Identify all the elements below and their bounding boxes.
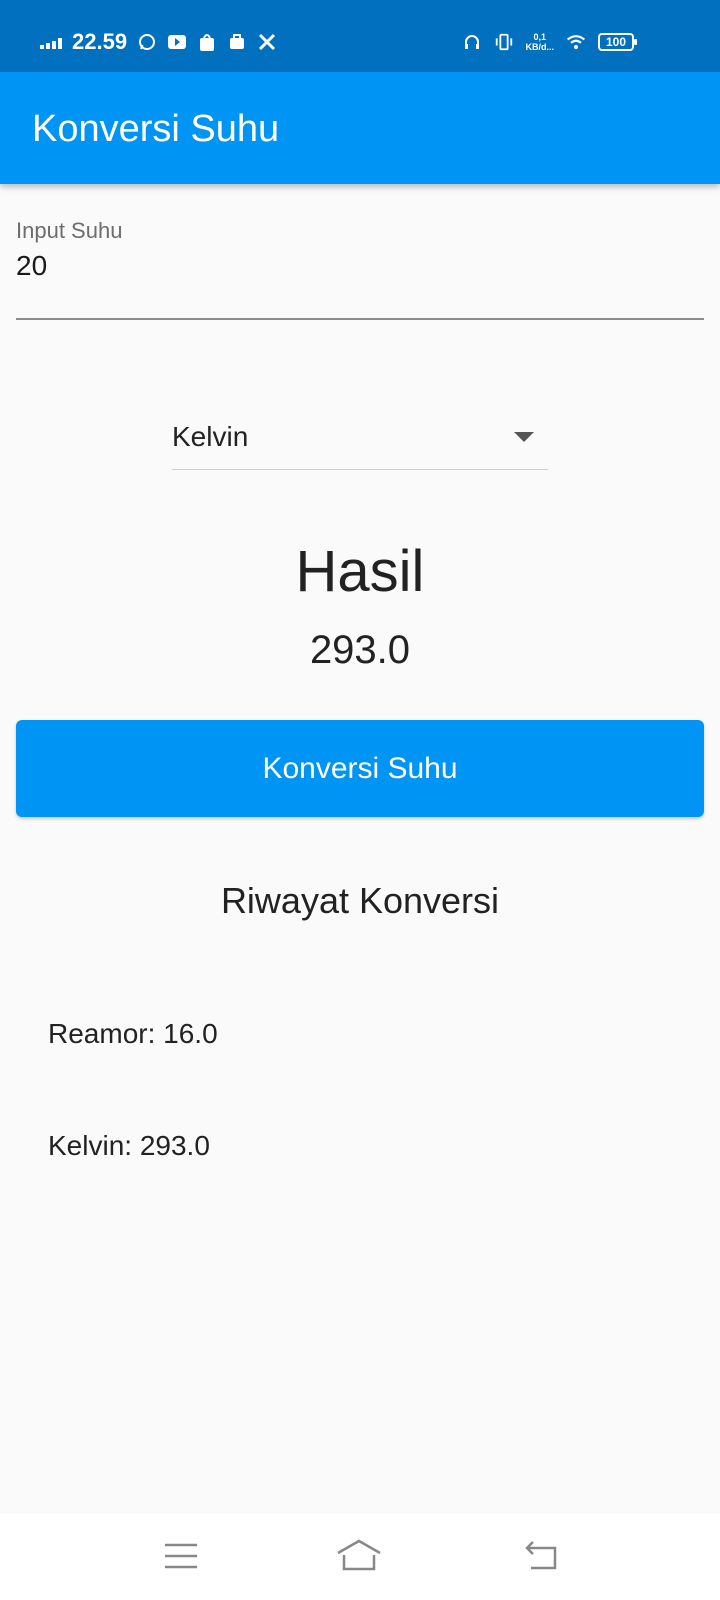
youtube-icon bbox=[167, 32, 187, 52]
convert-button[interactable]: Konversi Suhu bbox=[16, 720, 704, 817]
history-title: Riwayat Konversi bbox=[220, 880, 500, 921]
tools-icon bbox=[257, 32, 277, 52]
status-bar: 22.59 0,1 KB/d... 100 bbox=[0, 0, 720, 72]
result-title: Hasil bbox=[295, 539, 425, 604]
history-list: Reamor: 16.0 Kelvin: 293.0 bbox=[48, 1018, 668, 1242]
system-nav-bar bbox=[0, 1514, 720, 1600]
menu-icon[interactable] bbox=[156, 1534, 206, 1578]
temperature-input-field[interactable]: Input Suhu bbox=[16, 218, 704, 320]
net-speed: 0,1 KB/d... bbox=[526, 32, 555, 52]
app-title: Konversi Suhu bbox=[32, 108, 280, 150]
whatsapp-icon bbox=[137, 32, 157, 52]
status-left: 22.59 bbox=[40, 28, 277, 56]
wifi-icon bbox=[566, 32, 586, 52]
net-speed-value: 0,1 bbox=[533, 32, 546, 42]
result-value: 293.0 bbox=[309, 628, 411, 672]
back-icon[interactable] bbox=[516, 1534, 566, 1578]
unit-dropdown[interactable]: Kelvin bbox=[172, 404, 548, 470]
temperature-input[interactable] bbox=[16, 250, 704, 282]
dropdown-selected-value: Kelvin bbox=[172, 420, 249, 452]
shop-icon bbox=[227, 32, 247, 52]
home-icon[interactable] bbox=[334, 1534, 384, 1578]
shopee-icon bbox=[197, 32, 217, 52]
dropdown-arrow-icon bbox=[514, 431, 534, 442]
headphones-icon bbox=[462, 32, 482, 52]
history-item: Kelvin: 293.0 bbox=[48, 1130, 210, 1161]
vibrate-icon bbox=[494, 32, 514, 52]
battery-icon: 100 bbox=[598, 33, 637, 51]
app-bar: Konversi Suhu bbox=[0, 72, 720, 184]
status-time: 22.59 bbox=[72, 29, 128, 54]
input-label: Input Suhu bbox=[16, 218, 123, 243]
status-right: 0,1 KB/d... 100 bbox=[462, 28, 637, 56]
history-item: Reamor: 16.0 bbox=[48, 1018, 218, 1049]
net-speed-unit: KB/d... bbox=[525, 42, 555, 52]
signal-icon bbox=[40, 35, 62, 49]
